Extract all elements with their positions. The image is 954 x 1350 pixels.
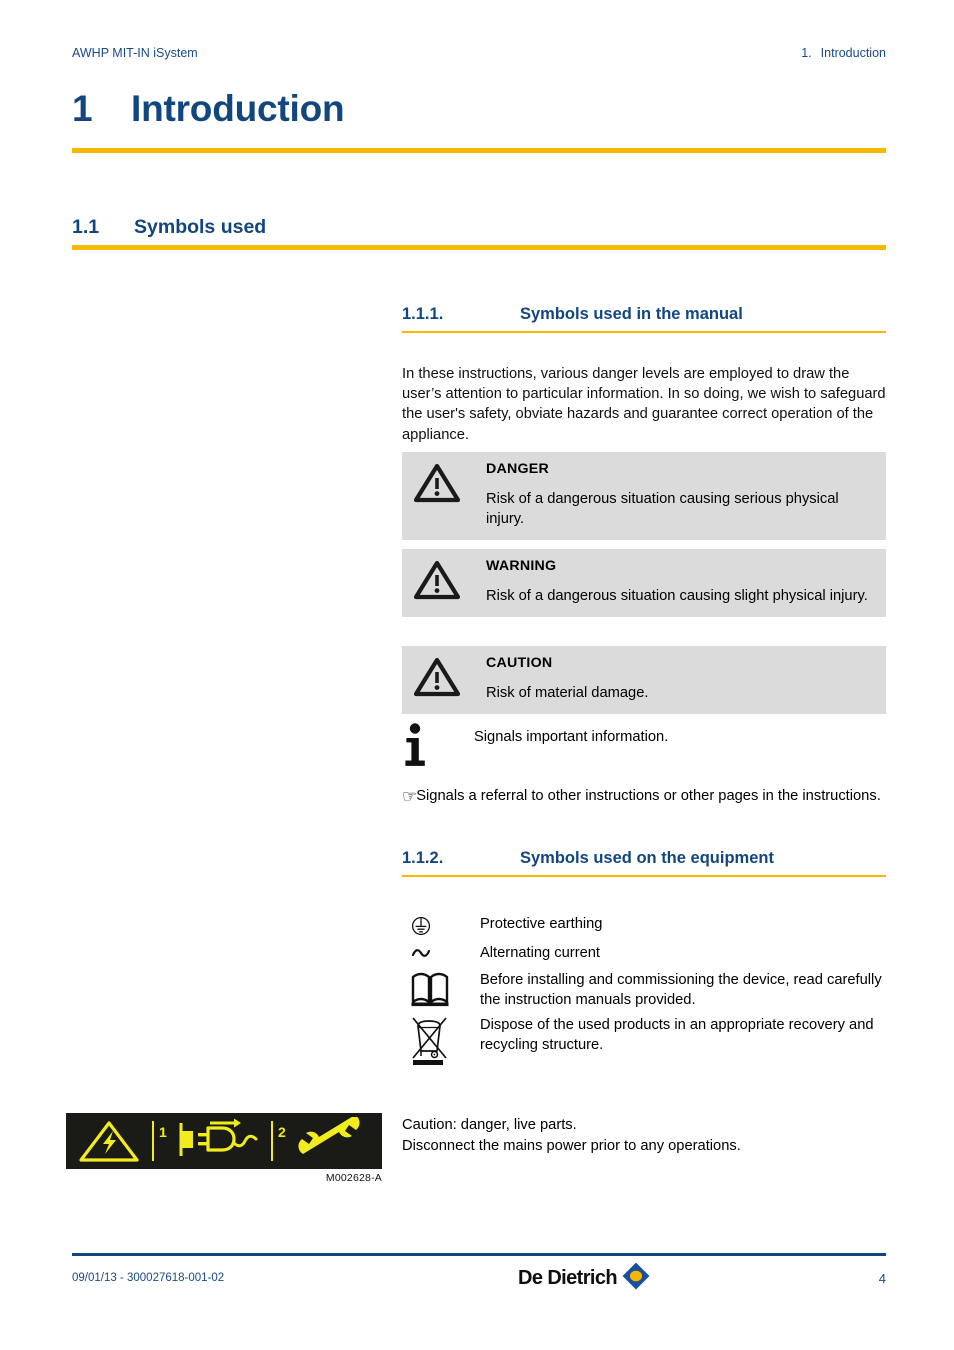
unplug-mains-icon	[172, 1117, 268, 1166]
chapter-rule	[72, 148, 886, 153]
section-number: 1.1	[72, 216, 100, 238]
subsection-rule	[402, 875, 886, 877]
information-note-text: Signals important information.	[474, 729, 669, 745]
list-item-label: Alternating current	[480, 945, 601, 961]
open-book-icon	[402, 971, 480, 1009]
subsection-heading-manual: 1.1.1. Symbols used in the manual	[402, 305, 886, 324]
label-caution-line-1: Caution: danger, live parts.	[402, 1117, 577, 1133]
caution-box: CAUTION Risk of material damage.	[402, 646, 886, 715]
figure-caption: M002628-A	[325, 1172, 382, 1184]
referral-note: ☞Signals a referral to other instruction…	[402, 786, 890, 806]
information-note: Signals important information.	[402, 722, 886, 773]
chapter-title: Introduction	[131, 88, 345, 129]
wrench-icon	[288, 1114, 372, 1166]
subsection-title: Symbols used on the equipment	[520, 849, 774, 867]
running-header-left: AWHP MIT-IN iSystem	[72, 46, 198, 60]
warning-triangle-icon	[413, 558, 486, 606]
intro-paragraph: In these instructions, various danger le…	[402, 366, 886, 443]
running-header-right: 1. Introduction	[801, 46, 886, 60]
document-page: AWHP MIT-IN iSystem 1. Introduction 1 In…	[0, 0, 954, 1350]
warning-triangle-icon	[413, 461, 486, 529]
information-i-icon	[402, 722, 474, 773]
list-item: Dispose of the used products in an appro…	[402, 1016, 888, 1066]
crossed-out-wheelie-bin-icon	[402, 1016, 480, 1066]
subsection-number: 1.1.1.	[402, 305, 444, 323]
warning-label-figure: 1 2 M002628-A	[66, 1113, 382, 1184]
subsection-rule	[402, 331, 886, 333]
list-item-label: Protective earthing	[480, 916, 603, 932]
label-marker-1: 1	[159, 1123, 167, 1140]
label-caution-line-2: Disconnect the mains power prior to any …	[402, 1137, 741, 1154]
page-footer: 09/01/13 - 300027618-001-02 De Dietrich …	[72, 1262, 886, 1295]
caution-text: Risk of material damage.	[486, 685, 649, 701]
section-title: Symbols used	[134, 216, 267, 238]
footer-reference: 09/01/13 - 300027618-001-02	[72, 1272, 225, 1284]
warning-label-graphic: 1 2	[66, 1113, 382, 1169]
brand-logo: De Dietrich	[402, 1262, 766, 1295]
chapter-heading: 1 Introduction	[72, 88, 886, 130]
section-rule	[72, 245, 886, 250]
list-item: Alternating current	[402, 944, 888, 964]
footer-rule	[72, 1253, 886, 1256]
caution-title: CAUTION	[486, 655, 553, 671]
danger-title: DANGER	[486, 461, 549, 477]
brand-logo-text: De Dietrich	[518, 1266, 618, 1289]
running-header-chapter-label: Introduction	[820, 46, 886, 60]
label-caution-text: Caution: danger, live parts. Disconnect …	[402, 1115, 888, 1157]
running-header-chapter-number: 1.	[801, 46, 812, 60]
label-marker-2: 2	[278, 1123, 286, 1140]
danger-box: DANGER Risk of a dangerous situation cau…	[402, 452, 886, 541]
list-item-label: Dispose of the used products in an appro…	[480, 1017, 874, 1053]
pointing-hand-icon: ☞	[402, 787, 417, 806]
list-item-label: Before installing and commissioning the …	[480, 972, 882, 1008]
subsection-heading-equipment: 1.1.2. Symbols used on the equipment	[402, 849, 886, 868]
section-heading: 1.1 Symbols used	[72, 216, 886, 239]
alternating-current-icon	[402, 944, 480, 964]
warning-triangle-icon	[413, 655, 486, 703]
danger-text: Risk of a dangerous situation causing se…	[486, 491, 839, 528]
subsection-title: Symbols used in the manual	[520, 305, 743, 323]
warning-text: Risk of a dangerous situation causing sl…	[486, 588, 868, 604]
protective-earth-icon	[402, 915, 480, 937]
list-item: Before installing and commissioning the …	[402, 971, 888, 1010]
page-number: 4	[878, 1270, 886, 1286]
warning-box: WARNING Risk of a dangerous situation ca…	[402, 549, 886, 618]
equipment-symbols-list: Protective earthing Alternating current …	[402, 915, 888, 1072]
subsection-number: 1.1.2.	[402, 849, 444, 867]
list-item: Protective earthing	[402, 915, 888, 937]
de-dietrich-diamond-icon	[622, 1262, 650, 1295]
label-group-1: 1	[154, 1117, 271, 1166]
label-group-2: 2	[273, 1114, 382, 1166]
electrical-hazard-triangle-icon	[66, 1119, 152, 1163]
running-header: AWHP MIT-IN iSystem 1. Introduction	[72, 46, 886, 60]
referral-note-text: Signals a referral to other instructions…	[416, 788, 881, 804]
chapter-number: 1	[72, 88, 93, 129]
warning-title: WARNING	[486, 558, 557, 574]
